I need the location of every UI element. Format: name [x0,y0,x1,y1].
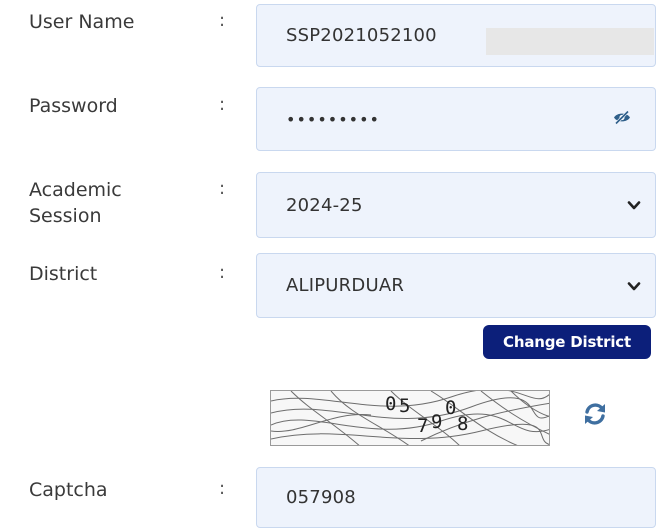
district-colon: : [219,262,226,283]
captcha-value: 057908 [286,487,356,508]
captcha-char-2: 5 [399,395,411,417]
district-label: District [29,263,98,285]
captcha-char-5: 0 [445,397,457,419]
session-colon: : [219,178,226,199]
password-value: ••••••••• [286,109,380,129]
password-colon: : [219,94,226,115]
username-value: SSP2021052100 [286,25,437,46]
refresh-icon[interactable] [582,401,608,431]
captcha-image: 0 5 7 9 0 8 [270,390,550,446]
session-label-line1: Academic [29,179,122,201]
chevron-down-icon [627,276,641,295]
password-input[interactable]: ••••••••• [256,87,656,151]
captcha-char-1: 0 [385,393,397,415]
captcha-input[interactable]: 057908 [256,467,656,528]
username-colon: : [219,10,226,31]
district-select[interactable]: ALIPURDUAR [256,253,656,318]
password-label: Password [29,95,118,117]
chevron-down-icon [627,196,641,215]
captcha-label: Captcha [29,479,108,501]
captcha-colon: : [219,478,226,499]
session-label-line2: Session [29,205,102,227]
captcha-char-3: 7 [417,415,429,437]
redaction-mask [486,28,654,55]
session-value: 2024-25 [286,194,363,216]
district-value: ALIPURDUAR [286,275,405,296]
change-district-button[interactable]: Change District [483,325,651,359]
session-select[interactable]: 2024-25 [256,172,656,238]
captcha-char-6: 8 [457,413,469,435]
username-label: User Name [29,11,135,33]
eye-slash-icon[interactable] [613,110,631,129]
session-label: Academic Session [29,177,122,229]
captcha-char-4: 9 [431,411,443,433]
